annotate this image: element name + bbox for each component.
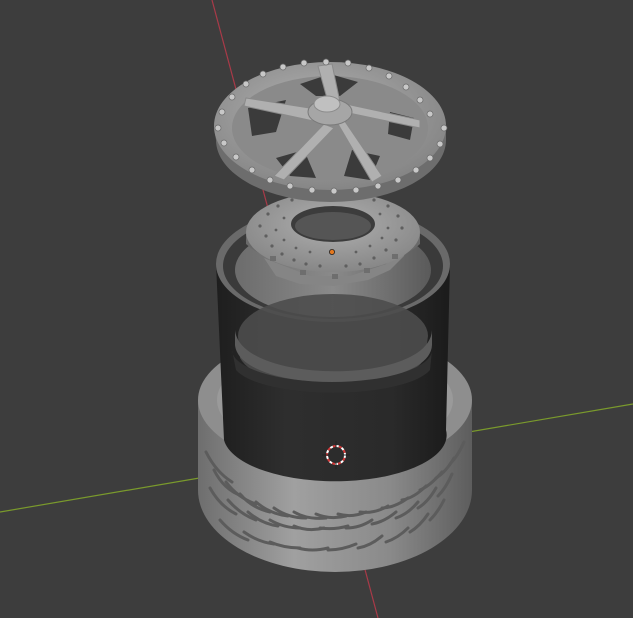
object-origin-icon[interactable] xyxy=(328,248,335,255)
viewport-canvas[interactable] xyxy=(0,0,633,618)
wheel-face[interactable] xyxy=(214,58,448,202)
center-cap xyxy=(313,95,341,113)
3d-viewport[interactable] xyxy=(0,0,633,618)
